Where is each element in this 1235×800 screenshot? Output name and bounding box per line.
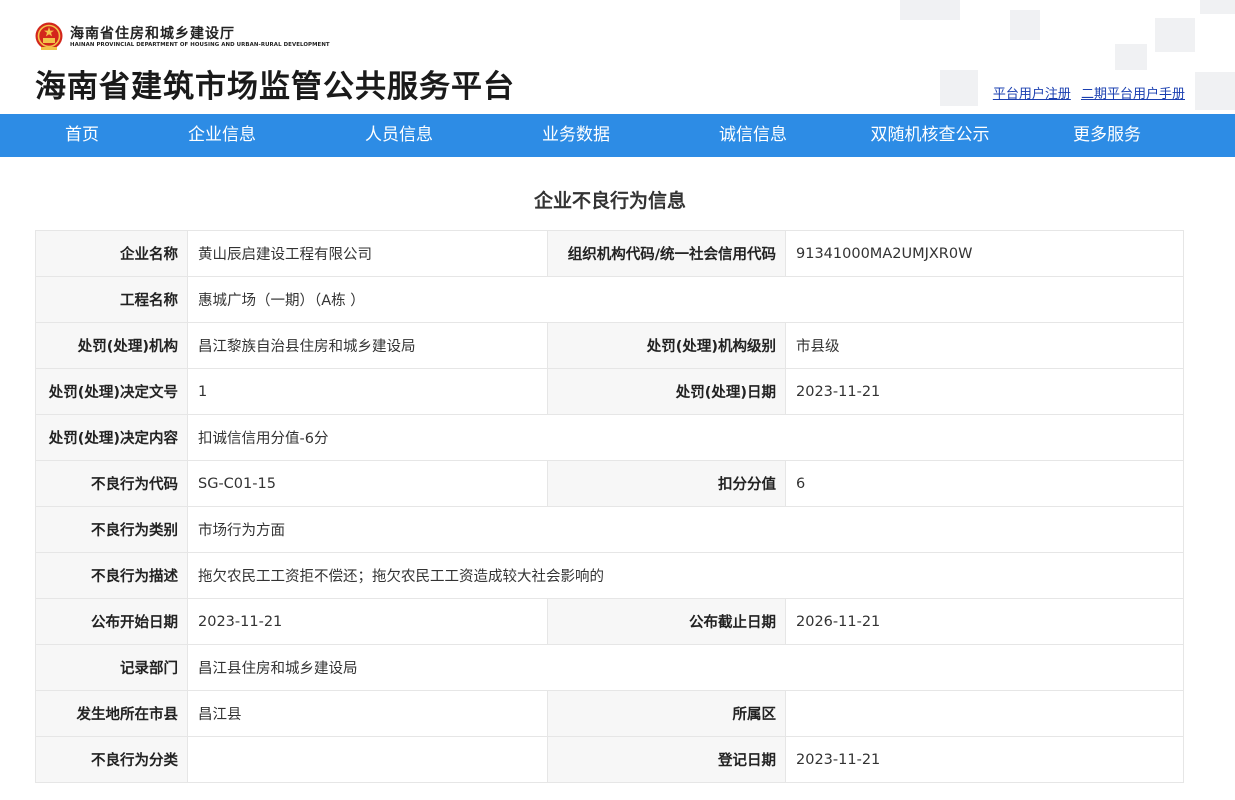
field-label: 组织机构代码/统一社会信用代码	[547, 230, 786, 277]
nav-item-random-inspection[interactable]: 双随机核查公示	[871, 114, 990, 157]
field-value: 拖欠农民工工资拒不偿还；拖欠农民工工资造成较大社会影响的	[187, 552, 1184, 599]
field-label: 扣分分值	[547, 460, 786, 507]
table-row: 不良行为描述 拖欠农民工工资拒不偿还；拖欠农民工工资造成较大社会影响的	[35, 552, 1184, 599]
header-decoration	[900, 0, 960, 20]
field-value: 2026-11-21	[785, 598, 1184, 645]
header-decoration	[1195, 72, 1235, 110]
header-links: 平台用户注册 二期平台用户手册	[987, 83, 1185, 102]
field-value: 1	[187, 368, 548, 415]
nav-item-business-data[interactable]: 业务数据	[542, 114, 610, 157]
field-value	[785, 690, 1184, 737]
site-header: 海南省住房和城乡建设厅 HAINAN PROVINCIAL DEPARTMENT…	[0, 0, 1235, 114]
field-label: 不良行为描述	[35, 552, 188, 599]
field-label: 发生地所在市县	[35, 690, 188, 737]
field-value: 扣诚信信用分值-6分	[187, 414, 1184, 461]
field-label: 不良行为分类	[35, 736, 188, 783]
field-value: 惠城广场（一期）（A栋 ）	[187, 276, 1184, 323]
header-decoration	[1010, 10, 1040, 40]
nav-item-more-services[interactable]: 更多服务	[1073, 114, 1141, 157]
field-label: 不良行为代码	[35, 460, 188, 507]
main-nav: 首页 企业信息 人员信息 业务数据 诚信信息 双随机核查公示 更多服务	[0, 114, 1235, 157]
field-value: 2023-11-21	[785, 368, 1184, 415]
header-decoration	[1155, 18, 1195, 52]
nav-item-credit-info[interactable]: 诚信信息	[719, 114, 787, 157]
nav-item-home[interactable]: 首页	[65, 114, 99, 157]
field-value: 市县级	[785, 322, 1184, 369]
table-row: 处罚(处理)决定内容 扣诚信信用分值-6分	[35, 414, 1184, 461]
field-label: 处罚(处理)日期	[547, 368, 786, 415]
field-value: 昌江县	[187, 690, 548, 737]
field-value: 昌江黎族自治县住房和城乡建设局	[187, 322, 548, 369]
department-name: 海南省住房和城乡建设厅	[70, 26, 235, 42]
table-row: 不良行为类别 市场行为方面	[35, 506, 1184, 553]
table-row: 处罚(处理)决定文号 1 处罚(处理)日期 2023-11-21	[35, 368, 1184, 415]
table-row: 公布开始日期 2023-11-21 公布截止日期 2026-11-21	[35, 598, 1184, 645]
field-label: 公布开始日期	[35, 598, 188, 645]
field-value: 2023-11-21	[187, 598, 548, 645]
field-label: 企业名称	[35, 230, 188, 277]
field-label: 公布截止日期	[547, 598, 786, 645]
user-registration-link[interactable]: 平台用户注册	[993, 87, 1071, 102]
table-row: 不良行为分类 登记日期 2023-11-21	[35, 736, 1184, 783]
field-label: 处罚(处理)决定文号	[35, 368, 188, 415]
field-value: 市场行为方面	[187, 506, 1184, 553]
user-manual-link[interactable]: 二期平台用户手册	[1081, 87, 1185, 102]
field-value: 91341000MA2UMJXR0W	[785, 230, 1184, 277]
field-value: 昌江县住房和城乡建设局	[187, 644, 1184, 691]
field-value: 6	[785, 460, 1184, 507]
field-label: 所属区	[547, 690, 786, 737]
page-heading: 企业不良行为信息	[533, 190, 686, 212]
table-row: 记录部门 昌江县住房和城乡建设局	[35, 644, 1184, 691]
table-row: 处罚(处理)机构 昌江黎族自治县住房和城乡建设局 处罚(处理)机构级别 市县级	[35, 322, 1184, 369]
table-row: 发生地所在市县 昌江县 所属区	[35, 690, 1184, 737]
field-value: 2023-11-21	[785, 736, 1184, 783]
field-label: 工程名称	[35, 276, 188, 323]
national-emblem-icon	[35, 22, 63, 50]
field-label: 登记日期	[547, 736, 786, 783]
table-row: 工程名称 惠城广场（一期）（A栋 ）	[35, 276, 1184, 323]
field-label: 处罚(处理)机构	[35, 322, 188, 369]
field-value	[187, 736, 548, 783]
field-label: 处罚(处理)机构级别	[547, 322, 786, 369]
bad-behavior-info-table: 企业名称 黄山辰启建设工程有限公司 组织机构代码/统一社会信用代码 913410…	[35, 230, 1184, 783]
table-row: 不良行为代码 SG-C01-15 扣分分值 6	[35, 460, 1184, 507]
field-value: SG-C01-15	[187, 460, 548, 507]
nav-item-enterprise-info[interactable]: 企业信息	[188, 114, 256, 157]
field-label: 处罚(处理)决定内容	[35, 414, 188, 461]
field-label: 记录部门	[35, 644, 188, 691]
header-decoration	[1200, 0, 1235, 14]
site-title: 海南省建筑市场监管公共服务平台	[35, 69, 515, 105]
header-decoration	[940, 70, 978, 106]
department-name-english: HAINAN PROVINCIAL DEPARTMENT OF HOUSING …	[70, 42, 330, 48]
nav-item-personnel-info[interactable]: 人员信息	[365, 114, 433, 157]
table-row: 企业名称 黄山辰启建设工程有限公司 组织机构代码/统一社会信用代码 913410…	[35, 230, 1184, 277]
field-label: 不良行为类别	[35, 506, 188, 553]
header-decoration	[1115, 44, 1147, 70]
field-value: 黄山辰启建设工程有限公司	[187, 230, 548, 277]
